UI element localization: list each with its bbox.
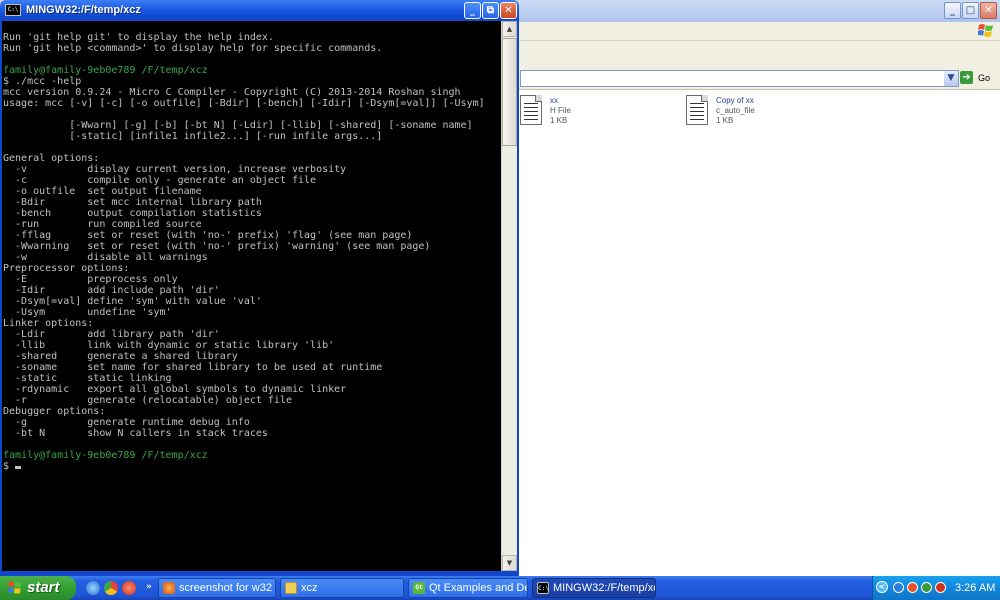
minimize-button[interactable]: _ bbox=[944, 2, 961, 19]
task-button[interactable]: xcz bbox=[280, 578, 404, 598]
firefox-icon bbox=[163, 582, 175, 594]
security-icon[interactable] bbox=[907, 582, 918, 593]
output-line: -static static linking bbox=[3, 373, 172, 384]
taskbar: start » screenshot for w32 - ... xcz Qt … bbox=[0, 576, 1000, 600]
terminal-window: C:\ MINGW32:/F/temp/xcz _ ⧉ ✕ Run 'git h… bbox=[0, 0, 519, 576]
file-type: c_auto_file bbox=[716, 106, 755, 115]
close-button[interactable]: ✕ bbox=[500, 2, 517, 19]
chevron-down-icon[interactable]: ▼ bbox=[944, 71, 958, 86]
output-line: mcc version 0.9.24 - Micro C Compiler - … bbox=[3, 87, 461, 98]
output-line: -run run compiled source bbox=[3, 219, 202, 230]
file-type: H File bbox=[550, 106, 571, 115]
maximize-button[interactable]: □ bbox=[962, 2, 979, 19]
terminal-output[interactable]: Run 'git help git' to display the help i… bbox=[2, 21, 501, 571]
task-button[interactable]: C:\ MINGW32:/F/temp/xcz bbox=[532, 578, 656, 598]
antivirus-icon[interactable] bbox=[935, 582, 946, 593]
text-file-icon bbox=[520, 95, 542, 125]
chevron-left-icon[interactable]: < bbox=[876, 581, 888, 593]
output-line: -Idir add include path 'dir' bbox=[3, 285, 220, 296]
scrollbar-thumb[interactable] bbox=[502, 38, 517, 146]
output-line: -Ldir add library path 'dir' bbox=[3, 329, 220, 340]
output-line: General options: bbox=[3, 153, 100, 164]
console-icon: C:\ bbox=[537, 582, 549, 594]
system-tray: < 3:26 AM bbox=[872, 576, 1000, 600]
output-line: Linker options: bbox=[3, 318, 94, 329]
output-line: -bench output compilation statistics bbox=[3, 208, 262, 219]
task-label: Qt Examples and Demos bbox=[429, 582, 527, 594]
output-line: Run 'git help git' to display the help i… bbox=[3, 32, 274, 43]
output-line: -o outfile set output filename bbox=[3, 186, 202, 197]
file-name: Copy of xx bbox=[716, 96, 754, 105]
task-label: xcz bbox=[301, 582, 318, 594]
output-line: -bt N show N callers in stack traces bbox=[3, 428, 268, 439]
output-line: -Wwarning set or reset (with 'no-' prefi… bbox=[3, 241, 431, 252]
text-file-icon bbox=[686, 95, 708, 125]
chrome-icon[interactable] bbox=[104, 581, 118, 595]
prompt-line: family@family-9eb0e789 /F/temp/xcz bbox=[3, 450, 208, 461]
start-label: start bbox=[27, 579, 60, 596]
go-label: Go bbox=[978, 73, 991, 83]
clock[interactable]: 3:26 AM bbox=[955, 576, 995, 600]
task-label: screenshot for w32 - ... bbox=[179, 582, 275, 594]
output-line: Debugger options: bbox=[3, 406, 106, 417]
output-line: -Usym undefine 'sym' bbox=[3, 307, 172, 318]
output-line: [-static] [infile1 infile2...] [-run inf… bbox=[3, 131, 383, 142]
task-button[interactable]: Qt Qt Examples and Demos bbox=[408, 578, 528, 598]
console-icon[interactable]: C:\ bbox=[5, 4, 21, 16]
windows-logo-icon bbox=[978, 24, 993, 37]
go-button[interactable]: ➔ Go bbox=[958, 69, 998, 87]
output-line: Preprocessor options: bbox=[3, 263, 130, 274]
window-border bbox=[517, 21, 519, 571]
output-line: -rdynamic export all global symbols to d… bbox=[3, 384, 347, 395]
output-line: -g generate runtime debug info bbox=[3, 417, 250, 428]
file-size: 1 KB bbox=[716, 116, 734, 125]
output-line: $ ./mcc -help bbox=[3, 76, 82, 87]
output-line: -soname set name for shared library to b… bbox=[3, 362, 383, 373]
restore-button[interactable]: ⧉ bbox=[482, 2, 499, 19]
output-line: -c compile only - generate an object fil… bbox=[3, 175, 317, 186]
output-line: -Bdir set mcc internal library path bbox=[3, 197, 262, 208]
app-icon[interactable] bbox=[122, 581, 136, 595]
output-line: Run 'git help <command>' to display help… bbox=[3, 43, 383, 54]
file-size: 1 KB bbox=[550, 116, 568, 125]
text-cursor bbox=[15, 466, 22, 469]
scroll-up-icon[interactable]: ▲ bbox=[502, 21, 517, 37]
output-line: [-Wwarn] [-g] [-b] [-bt N] [-Ldir] [-lli… bbox=[3, 120, 473, 131]
minimize-button[interactable]: _ bbox=[464, 2, 481, 19]
chevron-right-icon[interactable]: » bbox=[146, 580, 152, 594]
output-line: -fflag set or reset (with 'no-' prefix) … bbox=[3, 230, 413, 241]
output-line: -llib link with dynamic or static librar… bbox=[3, 340, 335, 351]
prompt-line: family@family-9eb0e789 /F/temp/xcz bbox=[3, 65, 208, 76]
window-title: MINGW32:/F/temp/xcz bbox=[26, 4, 141, 16]
app-tray-icon[interactable] bbox=[921, 582, 932, 593]
output-line: -w disable all warnings bbox=[3, 252, 208, 263]
terminal-text: Run 'git help git' to display the help i… bbox=[2, 21, 501, 472]
folder-icon bbox=[285, 582, 297, 594]
windows-logo-icon bbox=[8, 581, 21, 594]
go-arrow-icon: ➔ bbox=[960, 71, 973, 84]
browser-icon[interactable] bbox=[86, 581, 100, 595]
output-line: -shared generate a shared library bbox=[3, 351, 238, 362]
output-line: -Dsym[=val] define 'sym' with value 'val… bbox=[3, 296, 262, 307]
terminal-titlebar[interactable]: C:\ MINGW32:/F/temp/xcz _ ⧉ ✕ bbox=[0, 0, 519, 21]
output-line: -E preprocess only bbox=[3, 274, 178, 285]
scroll-down-icon[interactable]: ▼ bbox=[502, 555, 517, 571]
file-name: xx bbox=[550, 96, 558, 105]
vertical-scrollbar[interactable]: ▲ ▼ bbox=[502, 21, 517, 571]
network-icon[interactable] bbox=[893, 582, 904, 593]
start-button[interactable]: start bbox=[0, 576, 76, 600]
output-line: $ bbox=[3, 461, 16, 472]
task-label: MINGW32:/F/temp/xcz bbox=[553, 582, 656, 594]
qt-icon: Qt bbox=[413, 582, 425, 594]
task-button[interactable]: screenshot for w32 - ... bbox=[158, 578, 276, 598]
output-line: -v display current version, increase ver… bbox=[3, 164, 347, 175]
output-line: -r generate (relocatable) object file bbox=[3, 395, 292, 406]
address-input[interactable]: ▼ bbox=[520, 70, 959, 87]
output-line: usage: mcc [-v] [-c] [-o outfile] [-Bdir… bbox=[3, 98, 485, 109]
close-button[interactable]: ✕ bbox=[980, 2, 997, 19]
